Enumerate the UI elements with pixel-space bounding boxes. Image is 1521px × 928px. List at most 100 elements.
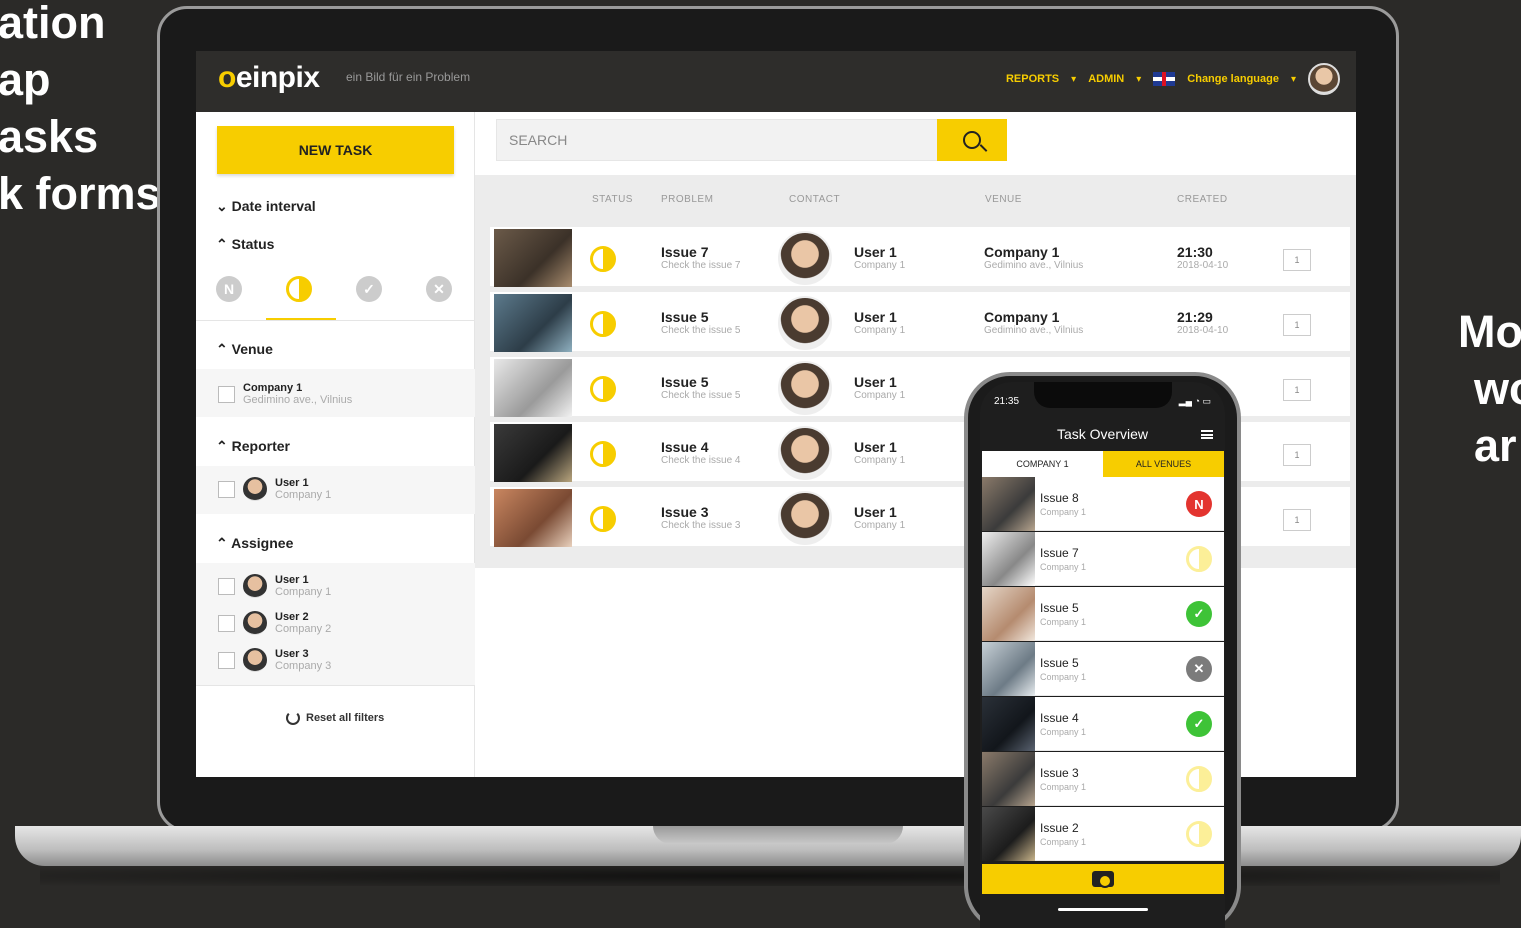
date-interval-toggle[interactable]: ⌄ Date interval bbox=[216, 198, 316, 215]
list-item[interactable]: Issue 7 Company 1 bbox=[982, 532, 1224, 586]
nav-reports[interactable]: REPORTS bbox=[1006, 73, 1059, 85]
nav-admin[interactable]: ADMIN bbox=[1088, 73, 1124, 85]
list-item[interactable]: Issue 4 Company 1 ✓ bbox=[982, 697, 1224, 751]
contact-avatar bbox=[778, 491, 832, 545]
status-in-progress-icon bbox=[590, 441, 616, 467]
table-row[interactable]: Issue 5 Check the issue 5 User 1 Company… bbox=[490, 292, 1350, 354]
venue-address: Gedimino ave., Vilnius bbox=[984, 325, 1084, 336]
left-caption-line-2: ap bbox=[0, 54, 51, 105]
status-rejected-icon[interactable]: ✕ bbox=[426, 276, 452, 302]
venue-address: Gedimino ave., Vilnius bbox=[984, 260, 1084, 271]
venue-toggle[interactable]: ⌃ Venue bbox=[216, 341, 273, 358]
contact-company: Company 1 bbox=[854, 390, 906, 401]
issue-company: Company 1 bbox=[1040, 617, 1087, 627]
issue-photo bbox=[494, 229, 572, 287]
issue-title: Issue 7 bbox=[1040, 546, 1079, 560]
assignee-option[interactable]: User 3 Company 3 bbox=[218, 648, 331, 672]
status-in-progress-icon bbox=[590, 246, 616, 272]
col-problem[interactable]: PROBLEM bbox=[661, 194, 713, 205]
status-toggle[interactable]: ⌃ Status bbox=[216, 236, 274, 253]
list-item[interactable]: Issue 5 Company 1 ✕ bbox=[982, 642, 1224, 696]
checkbox[interactable] bbox=[218, 577, 235, 595]
list-item[interactable]: Issue 8 Company 1 N bbox=[982, 477, 1224, 531]
status-new-icon[interactable]: N bbox=[216, 276, 242, 302]
status-done-icon: ✓ bbox=[1186, 601, 1212, 627]
app-logo[interactable]: oeinpix bbox=[218, 61, 320, 95]
assignee-option[interactable]: User 1 Company 1 bbox=[218, 574, 331, 598]
assignee-name: User 2 bbox=[275, 611, 309, 623]
reset-filters-label: Reset all filters bbox=[306, 712, 385, 724]
left-caption-line-4: k forms bbox=[0, 168, 161, 219]
search-button[interactable] bbox=[937, 119, 1007, 161]
assignee-option[interactable]: User 2 Company 2 bbox=[218, 611, 331, 635]
reporter-toggle[interactable]: ⌃ Reporter bbox=[216, 438, 290, 455]
app-tagline: ein Bild für ein Problem bbox=[346, 70, 471, 84]
col-venue[interactable]: VENUE bbox=[985, 194, 1022, 205]
issue-photo bbox=[982, 752, 1035, 806]
camera-bar[interactable] bbox=[982, 864, 1224, 894]
problem-subtitle: Check the issue 7 bbox=[661, 260, 741, 271]
nav-change-language[interactable]: Change language bbox=[1187, 73, 1279, 85]
problem-title: Issue 5 bbox=[661, 374, 709, 390]
contact-avatar bbox=[778, 426, 832, 480]
comment-icon[interactable]: 1 bbox=[1283, 314, 1311, 336]
chevron-down-icon: ▾ bbox=[1071, 73, 1077, 85]
home-indicator[interactable] bbox=[1058, 908, 1148, 911]
problem-title: Issue 7 bbox=[661, 244, 709, 260]
new-task-button[interactable]: NEW TASK bbox=[217, 126, 454, 174]
reporter-option[interactable]: User 1 Company 1 bbox=[218, 477, 331, 501]
col-status[interactable]: STATUS bbox=[592, 194, 633, 205]
venue-option[interactable]: Company 1 Gedimino ave., Vilnius bbox=[218, 382, 352, 406]
reset-filters-button[interactable]: Reset all filters bbox=[286, 711, 384, 725]
comment-icon[interactable]: 1 bbox=[1283, 249, 1311, 271]
col-created[interactable]: CREATED bbox=[1177, 194, 1228, 205]
issue-title: Issue 2 bbox=[1040, 821, 1079, 835]
problem-title: Issue 5 bbox=[661, 309, 709, 325]
filter-sidebar: NEW TASK ⌄ Date interval ⌃ Status N ✓ ✕ … bbox=[196, 112, 475, 777]
issue-photo bbox=[494, 424, 572, 482]
issue-company: Company 1 bbox=[1040, 672, 1087, 682]
checkbox[interactable] bbox=[218, 480, 235, 498]
divider bbox=[196, 320, 475, 321]
comment-icon[interactable]: 1 bbox=[1283, 379, 1311, 401]
assignee-toggle[interactable]: ⌃ Assignee bbox=[216, 535, 293, 552]
problem-subtitle: Check the issue 4 bbox=[661, 455, 741, 466]
problem-subtitle: Check the issue 5 bbox=[661, 390, 741, 401]
list-item[interactable]: Issue 3 Company 1 bbox=[982, 752, 1224, 806]
camera-icon[interactable] bbox=[1092, 871, 1114, 888]
menu-icon[interactable] bbox=[1201, 430, 1213, 439]
tab-company[interactable]: COMPANY 1 bbox=[982, 451, 1103, 477]
issue-photo bbox=[494, 294, 572, 352]
checkbox[interactable] bbox=[218, 614, 235, 632]
user-avatar[interactable] bbox=[1308, 63, 1340, 95]
status-in-progress-icon bbox=[590, 376, 616, 402]
table-row[interactable]: Issue 7 Check the issue 7 User 1 Company… bbox=[490, 227, 1350, 289]
issue-photo bbox=[982, 587, 1035, 641]
top-bar: oeinpix ein Bild für ein Problem REPORTS… bbox=[196, 51, 1356, 112]
created-time: 21:30 bbox=[1177, 244, 1213, 260]
search-input[interactable]: SEARCH bbox=[496, 119, 938, 161]
avatar bbox=[243, 477, 267, 501]
phone-screen: 21:35 ▂▄ ◔ ▭ Task Overview COMPANY 1 ALL… bbox=[980, 382, 1225, 928]
left-caption: ation ap asks k forms bbox=[0, 0, 161, 222]
checkbox[interactable] bbox=[218, 651, 235, 669]
contact-avatar bbox=[778, 361, 832, 415]
contact-company: Company 1 bbox=[854, 455, 906, 466]
comment-icon[interactable]: 1 bbox=[1283, 444, 1311, 466]
issue-photo bbox=[494, 359, 572, 417]
issue-title: Issue 5 bbox=[1040, 656, 1079, 670]
comment-icon[interactable]: 1 bbox=[1283, 509, 1311, 531]
status-in-progress-icon bbox=[1186, 821, 1212, 847]
contact-company: Company 1 bbox=[854, 260, 906, 271]
col-contact[interactable]: CONTACT bbox=[789, 194, 840, 205]
list-item[interactable]: Issue 5 Company 1 ✓ bbox=[982, 587, 1224, 641]
tab-all-venues[interactable]: ALL VENUES bbox=[1103, 451, 1224, 477]
right-caption-line-1: Mo bbox=[1458, 306, 1521, 357]
issue-title: Issue 3 bbox=[1040, 766, 1079, 780]
list-item[interactable]: Issue 2 Company 1 bbox=[982, 807, 1224, 861]
status-in-progress-icon[interactable] bbox=[286, 276, 312, 302]
status-in-progress-icon bbox=[1186, 546, 1212, 572]
checkbox[interactable] bbox=[218, 385, 235, 403]
status-done-icon[interactable]: ✓ bbox=[356, 276, 382, 302]
created-date: 2018-04-10 bbox=[1177, 325, 1229, 336]
